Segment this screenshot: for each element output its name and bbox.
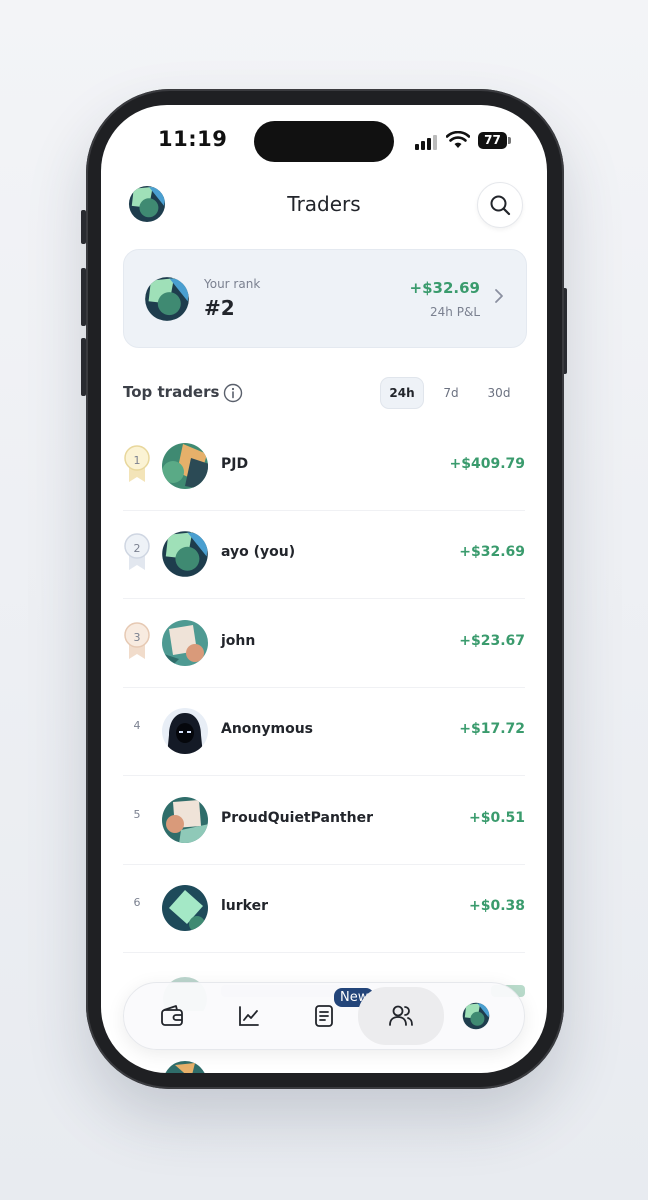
- period-30d-button[interactable]: 30d: [477, 377, 521, 409]
- trader-row[interactable]: 5 ProudQuietPanther +$0.51: [123, 776, 525, 865]
- trader-row[interactable]: 6 lurker +$0.38: [123, 864, 525, 953]
- rank-number: 1: [133, 454, 141, 467]
- search-button[interactable]: [477, 182, 523, 228]
- users-icon: [389, 1005, 413, 1026]
- user-avatar: [145, 277, 189, 321]
- chevron-right-icon: [495, 289, 503, 303]
- period-7d-button[interactable]: 7d: [429, 377, 473, 409]
- trader-name: PJD: [221, 456, 249, 472]
- info-icon[interactable]: [223, 383, 243, 403]
- trader-avatar: [162, 620, 208, 666]
- trader-pnl: +$32.69: [459, 544, 525, 560]
- rank-number: 5: [133, 808, 141, 821]
- rank-number: 6: [133, 896, 141, 909]
- trader-pnl: +$17.72: [459, 721, 525, 737]
- anonymous-avatar: [162, 708, 208, 754]
- bottom-tab-bar: New: [123, 982, 525, 1050]
- search-icon: [490, 195, 511, 216]
- app-screen: 11:19 77 Traders Your rank #2 +$32.69 24…: [101, 105, 547, 1073]
- document-icon: [315, 1005, 333, 1027]
- rank-value: #2: [204, 296, 235, 320]
- chart-icon: [239, 1006, 259, 1026]
- trader-row[interactable]: 4 Anonymous +$17.72: [123, 687, 525, 776]
- trader-row[interactable]: 2 ayo (you) +$32.69: [123, 510, 525, 599]
- trader-avatar: [162, 531, 208, 577]
- rank-number: 2: [133, 542, 141, 555]
- period-24h-button[interactable]: 24h: [380, 377, 424, 409]
- rank-pnl-label: 24h P&L: [430, 305, 480, 319]
- rank-number: 3: [133, 631, 141, 644]
- tab-traders[interactable]: [358, 987, 444, 1045]
- top-traders-title: Top traders: [123, 383, 220, 401]
- trader-name: Anonymous: [221, 721, 314, 737]
- trader-name: john: [221, 633, 256, 649]
- tab-wallet[interactable]: [150, 994, 194, 1038]
- trader-name: ProudQuietPanther: [221, 810, 373, 826]
- partial-row-avatar: [165, 1061, 205, 1073]
- trader-pnl: +$409.79: [449, 456, 526, 472]
- trader-pnl: +$0.38: [468, 898, 525, 914]
- rank-pnl: +$32.69: [409, 279, 480, 297]
- wifi-icon: [446, 131, 470, 148]
- tab-chart[interactable]: [227, 994, 271, 1038]
- battery-tip: [508, 137, 511, 144]
- wallet-icon: [161, 1005, 183, 1026]
- rank-number: 4: [133, 719, 141, 732]
- trader-row[interactable]: 3 john +$23.67: [123, 599, 525, 688]
- trader-avatar: [162, 443, 208, 489]
- battery-indicator: 77: [478, 132, 507, 149]
- trader-avatar: [162, 885, 208, 931]
- trader-avatar: [162, 797, 208, 843]
- trader-name: ayo (you): [221, 544, 296, 560]
- your-rank-card[interactable]: Your rank #2 +$32.69 24h P&L: [123, 249, 527, 348]
- profile-avatar: [462, 1002, 490, 1030]
- status-time: 11:19: [158, 127, 228, 151]
- trader-pnl: +$23.67: [459, 633, 525, 649]
- dynamic-island: [254, 121, 394, 162]
- trader-name: lurker: [221, 898, 269, 914]
- tab-profile[interactable]: [454, 994, 498, 1038]
- rank-label: Your rank: [204, 277, 261, 291]
- trader-pnl: +$0.51: [468, 810, 525, 826]
- trader-row[interactable]: 1 PJD +$409.79: [123, 422, 525, 511]
- cellular-signal-icon: [415, 134, 439, 150]
